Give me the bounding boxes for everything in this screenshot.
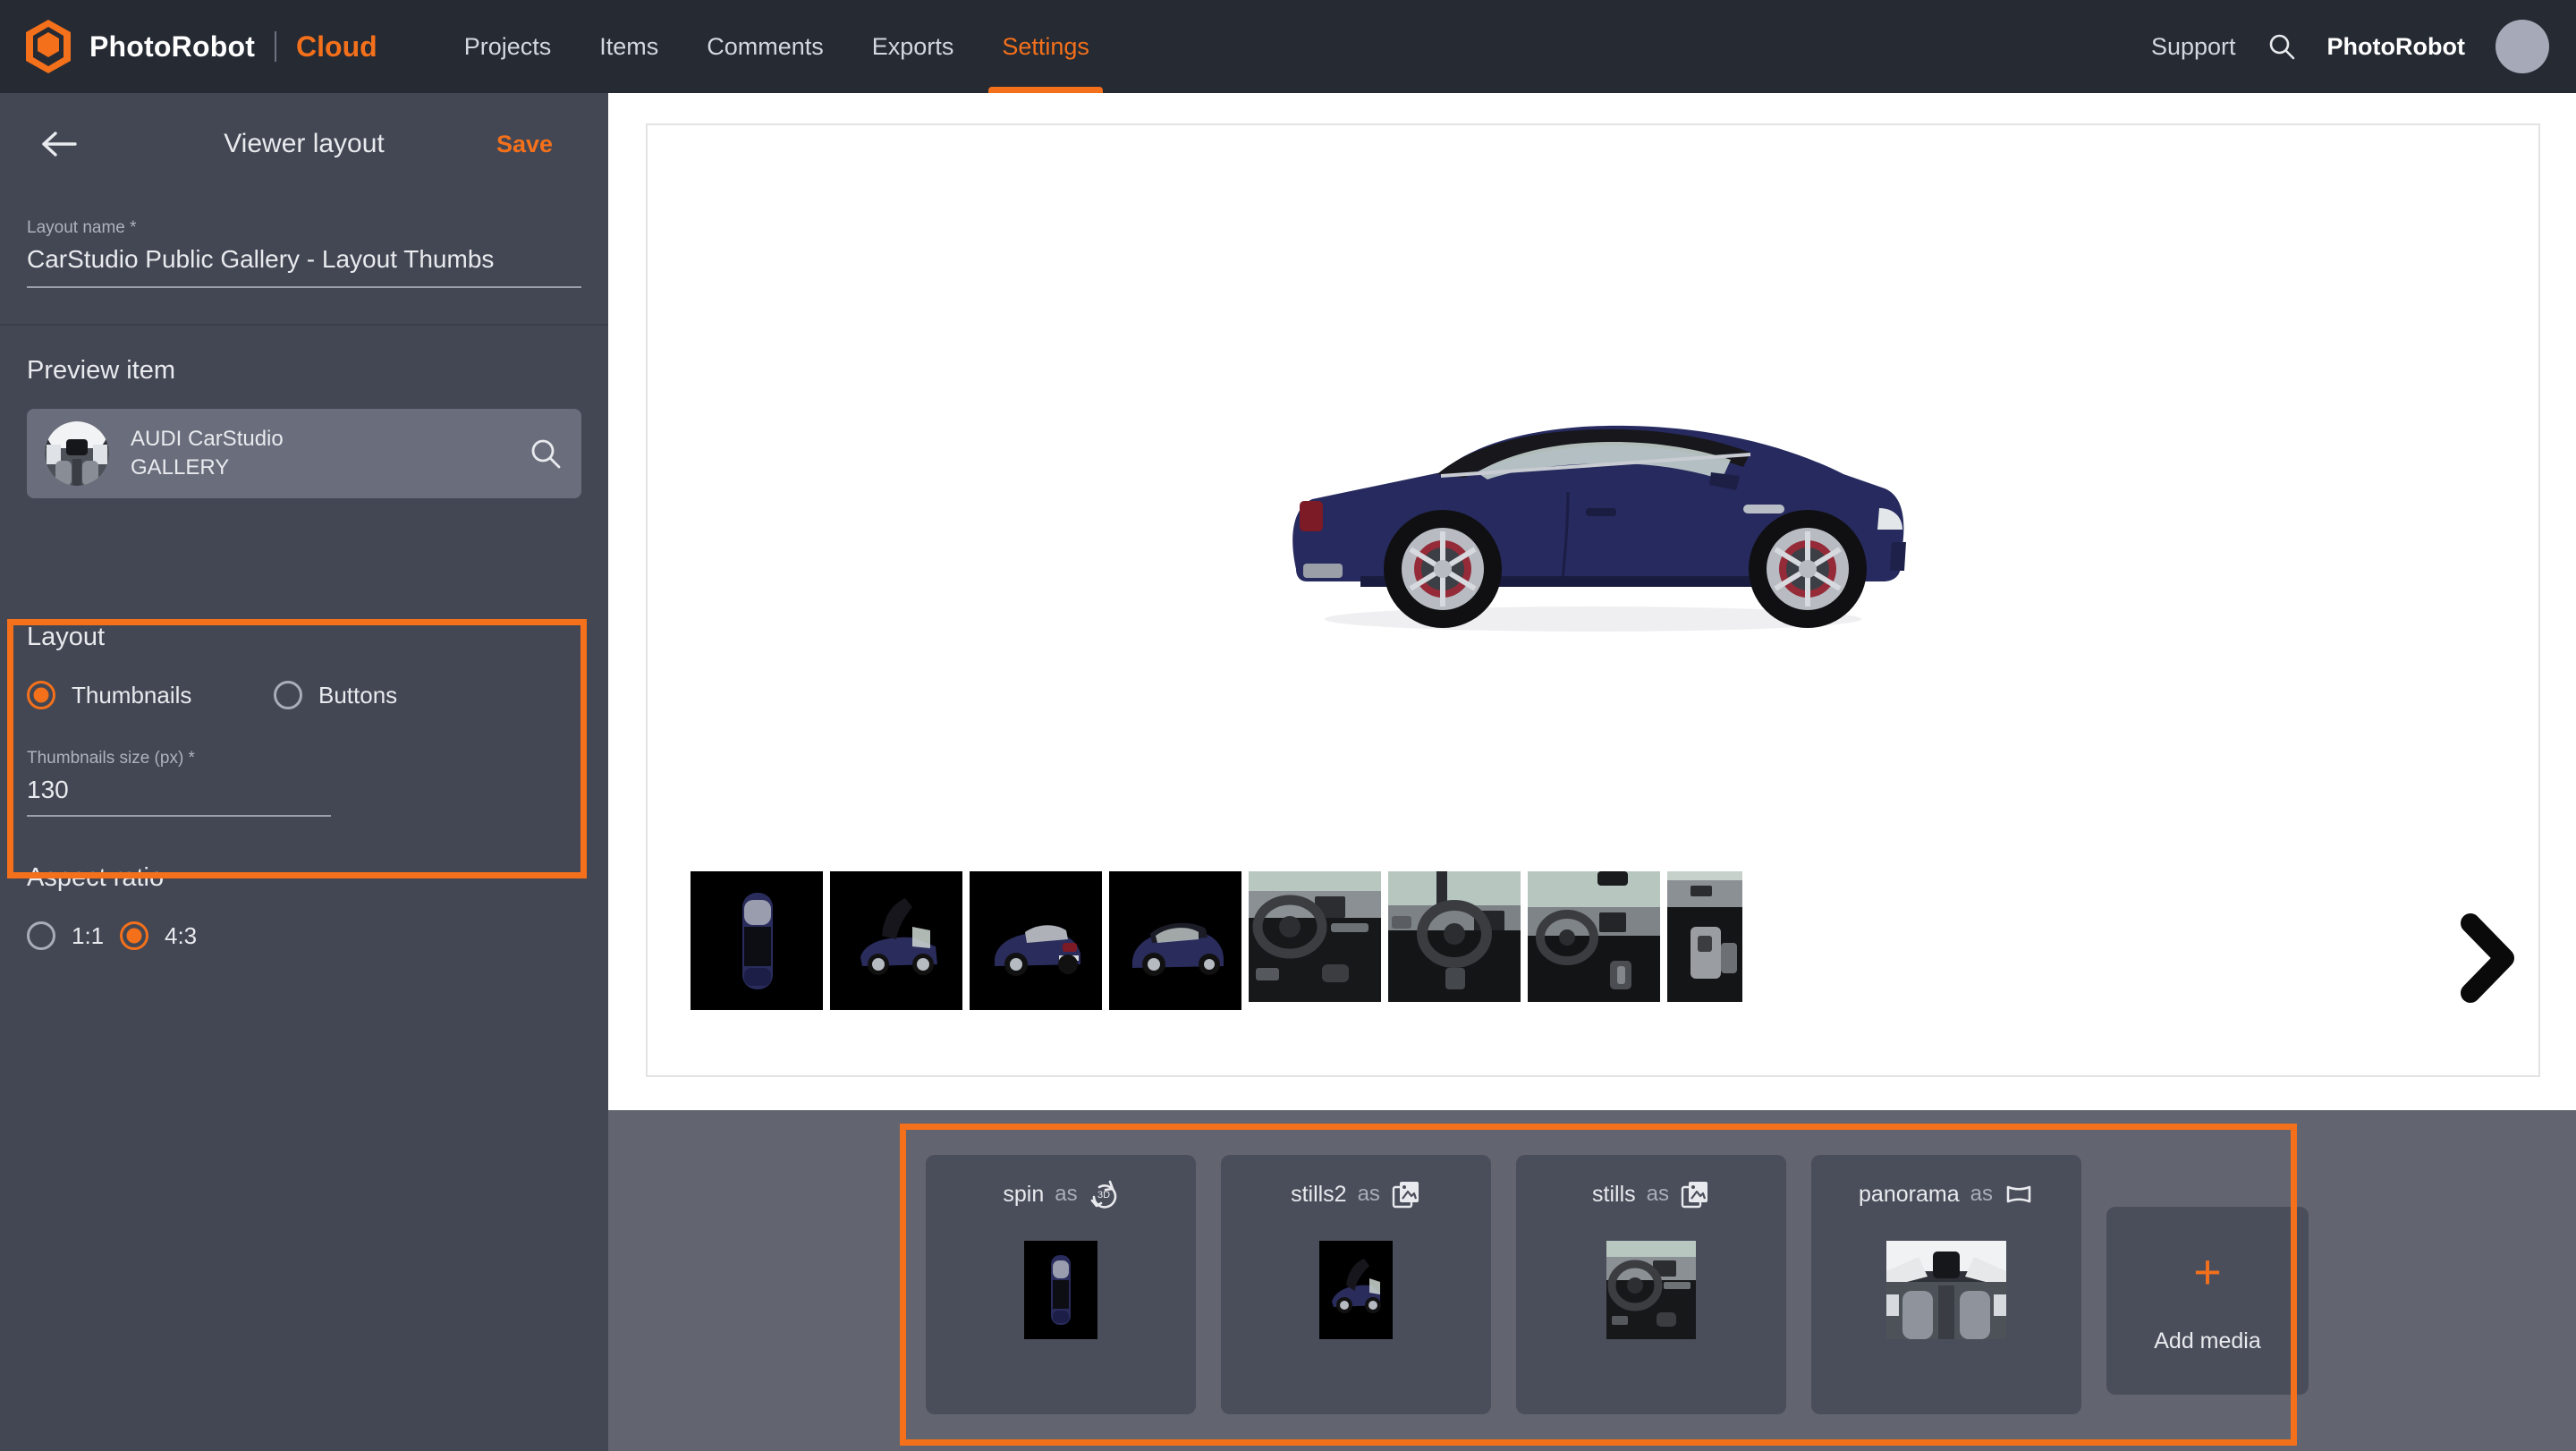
avatar[interactable]: [2496, 20, 2549, 73]
media-card-spin-name: spin: [1003, 1182, 1044, 1208]
radio-mark-aspect-4-3: [120, 921, 148, 950]
preview-item-section: Preview item: [0, 326, 608, 498]
search-icon[interactable]: [528, 436, 564, 471]
brand-separator: [275, 31, 276, 62]
layout-section-title: Layout: [27, 623, 581, 652]
product-name: Cloud: [296, 30, 377, 64]
media-card-stills2-name: stills2: [1291, 1182, 1347, 1208]
sidebar-header: Viewer layout Save: [0, 93, 608, 195]
media-card-stills[interactable]: stills as: [1516, 1155, 1786, 1414]
car-interior-thumb: [45, 421, 109, 486]
layout-name-field-group: Layout name * CarStudio Public Gallery -…: [0, 195, 608, 288]
layout-options-panel: Layout Thumbnails Buttons Thumbnails siz…: [27, 623, 581, 950]
stills-steering-wheel-thumb: [1606, 1241, 1696, 1339]
radio-mark-buttons: [274, 681, 302, 709]
media-card-panorama[interactable]: panorama as: [1811, 1155, 2081, 1414]
radio-aspect-4-3[interactable]: 4:3: [120, 921, 197, 950]
radio-label-buttons: Buttons: [318, 682, 397, 709]
support-link[interactable]: Support: [2151, 33, 2236, 61]
nav-item-projects[interactable]: Projects: [440, 0, 576, 93]
layout-name-input[interactable]: CarStudio Public Gallery - Layout Thumbs: [27, 245, 581, 288]
panorama-icon: [2004, 1179, 2034, 1209]
aspect-ratio-section-title: Aspect ratio: [27, 863, 581, 893]
preview-item-texts: AUDI CarStudio GALLERY: [131, 425, 284, 481]
nav-item-comments[interactable]: Comments: [682, 0, 848, 93]
thumb-interior-windshield[interactable]: [1528, 871, 1660, 1002]
panorama-interior-thumb: [1886, 1241, 2006, 1339]
media-card-panorama-as: as: [1970, 1182, 1993, 1207]
left-sidebar: Viewer layout Save Layout name * CarStud…: [0, 93, 608, 1451]
media-cards-row: spin as 3D stills2 as: [926, 1155, 2309, 1414]
thumb-interior-steering[interactable]: [1388, 871, 1521, 1002]
media-card-spin[interactable]: spin as 3D: [926, 1155, 1196, 1414]
radio-thumbnails[interactable]: Thumbnails: [27, 681, 274, 709]
thumbnail-strip[interactable]: [691, 871, 2538, 1050]
thumb-interior-console[interactable]: [1667, 871, 1742, 1002]
thumb-doors-open[interactable]: [830, 871, 962, 1010]
layout-radio-group: Thumbnails Buttons: [27, 681, 581, 709]
radio-label-aspect-1-1: 1:1: [72, 922, 104, 950]
svg-text:3D: 3D: [1097, 1190, 1110, 1201]
audi-s5-cabriolet-side-profile: [1253, 358, 1933, 644]
stills2-doors-open-thumb: [1319, 1241, 1393, 1339]
search-icon[interactable]: [2267, 31, 2297, 62]
top-navigation-bar: PhotoRobot Cloud Projects Items Comments…: [0, 0, 2576, 93]
thumb-interior-dashboard[interactable]: [1249, 871, 1381, 1002]
media-card-panorama-name: panorama: [1859, 1182, 1960, 1208]
add-media-label: Add media: [2154, 1328, 2261, 1354]
media-card-spin-header: spin as 3D: [1003, 1176, 1118, 1212]
media-card-spin-as: as: [1055, 1182, 1077, 1207]
media-card-stills2-as: as: [1358, 1182, 1380, 1207]
user-name[interactable]: PhotoRobot: [2327, 33, 2465, 61]
photorobot-logo-icon: [23, 19, 73, 74]
hero-image-stage[interactable]: [648, 125, 2538, 877]
radio-label-thumbnails: Thumbnails: [72, 682, 191, 709]
thumb-front-quarter[interactable]: [1109, 871, 1241, 1010]
spin-top-view-thumb: [1024, 1241, 1097, 1339]
thumbnails-size-field-group: Thumbnails size (px) * 130: [27, 749, 581, 817]
spin-3d-icon: 3D: [1089, 1179, 1119, 1209]
brand-block[interactable]: PhotoRobot Cloud: [0, 19, 377, 74]
thumb-top-view[interactable]: [691, 871, 823, 1010]
radio-mark-thumbnails: [27, 681, 55, 709]
media-card-stills2[interactable]: stills2 as: [1221, 1155, 1491, 1414]
thumbnails-size-label: Thumbnails size (px) *: [27, 749, 581, 768]
radio-label-aspect-4-3: 4:3: [165, 922, 197, 950]
plus-icon: +: [2193, 1248, 2222, 1296]
aspect-radio-group: 1:1 4:3: [27, 921, 581, 950]
media-card-stills-as: as: [1647, 1182, 1669, 1207]
images-icon: [1391, 1179, 1421, 1209]
viewer-preview-area: [608, 93, 2576, 1110]
save-button[interactable]: Save: [496, 131, 553, 158]
radio-mark-aspect-1-1: [27, 921, 55, 950]
chevron-right-icon[interactable]: [2451, 909, 2522, 1007]
media-card-stills-name: stills: [1592, 1182, 1636, 1208]
thumbnails-size-input[interactable]: 130: [27, 776, 331, 817]
preview-item-card[interactable]: AUDI CarStudio GALLERY: [27, 409, 581, 498]
radio-aspect-1-1[interactable]: 1:1: [27, 921, 120, 950]
media-card-panorama-header: panorama as: [1859, 1176, 2034, 1212]
nav-item-items[interactable]: Items: [575, 0, 682, 93]
layout-name-label: Layout name *: [27, 218, 581, 238]
preview-item-subtitle: GALLERY: [131, 454, 284, 482]
thumb-rear-quarter[interactable]: [970, 871, 1102, 1010]
arrow-left-icon[interactable]: [39, 123, 80, 165]
primary-nav: Projects Items Comments Exports Settings: [440, 0, 1114, 93]
radio-buttons[interactable]: Buttons: [274, 681, 397, 709]
media-card-stills-header: stills as: [1592, 1176, 1710, 1212]
viewer-frame: [646, 123, 2540, 1077]
nav-right-group: Support PhotoRobot: [2151, 20, 2576, 73]
preview-item-title: AUDI CarStudio: [131, 425, 284, 454]
images-icon: [1680, 1179, 1710, 1209]
brand-name: PhotoRobot: [89, 30, 255, 64]
nav-item-settings[interactable]: Settings: [978, 0, 1114, 93]
add-media-button[interactable]: + Add media: [2106, 1207, 2309, 1395]
media-card-stills2-header: stills2 as: [1291, 1176, 1421, 1212]
nav-item-exports[interactable]: Exports: [848, 0, 979, 93]
preview-section-title: Preview item: [27, 356, 581, 386]
